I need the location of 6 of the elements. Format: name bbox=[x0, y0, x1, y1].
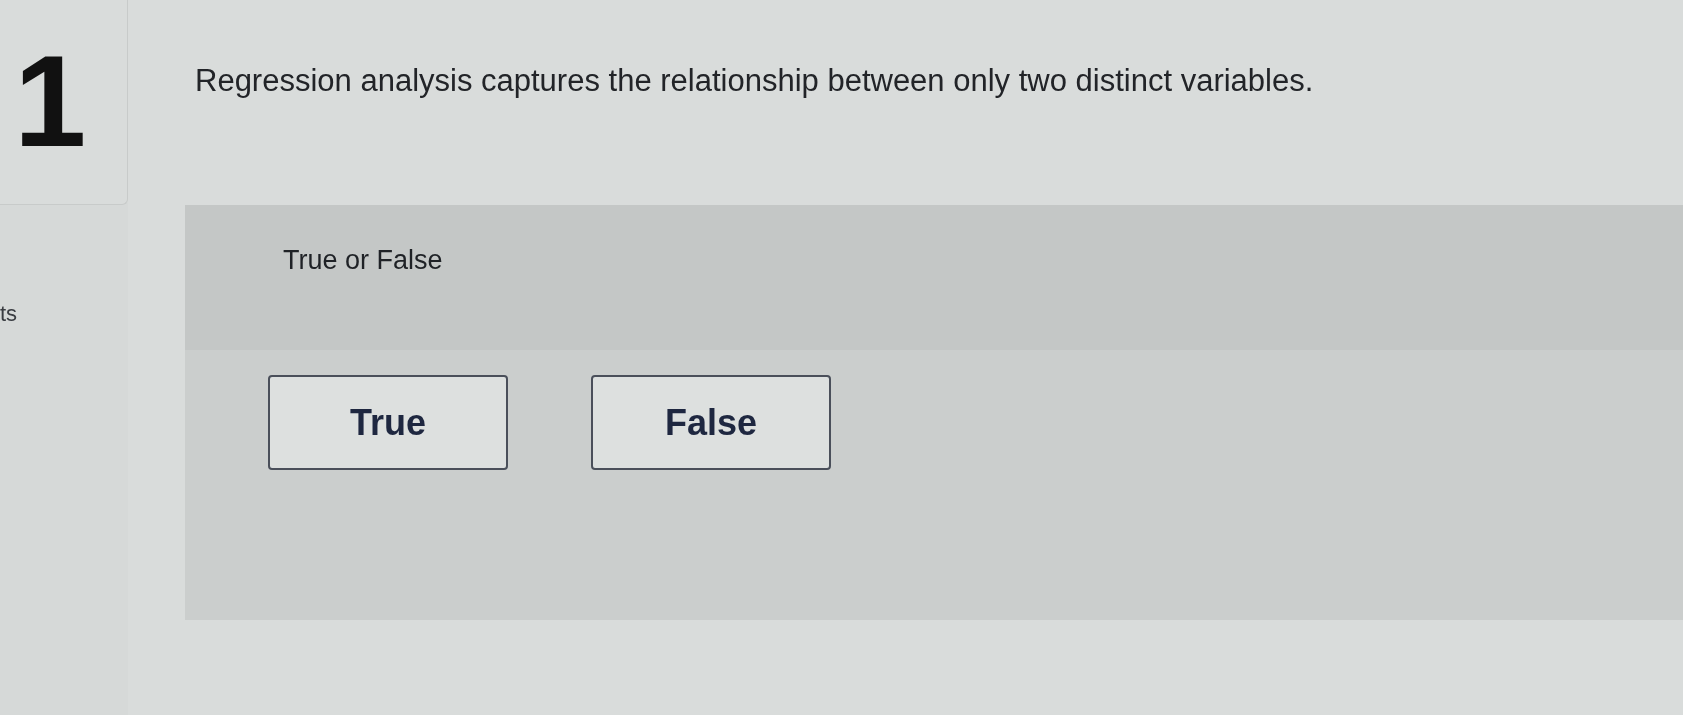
answer-option[interactable]: False bbox=[591, 375, 831, 470]
prompt-text: True or False bbox=[283, 245, 443, 275]
question-text: Regression analysis captures the relationship between only two distinct variables. bbox=[195, 62, 1314, 100]
question-number: 1 bbox=[14, 36, 87, 166]
answer-option[interactable]: True bbox=[268, 375, 508, 470]
points-label: ts bbox=[0, 303, 18, 325]
